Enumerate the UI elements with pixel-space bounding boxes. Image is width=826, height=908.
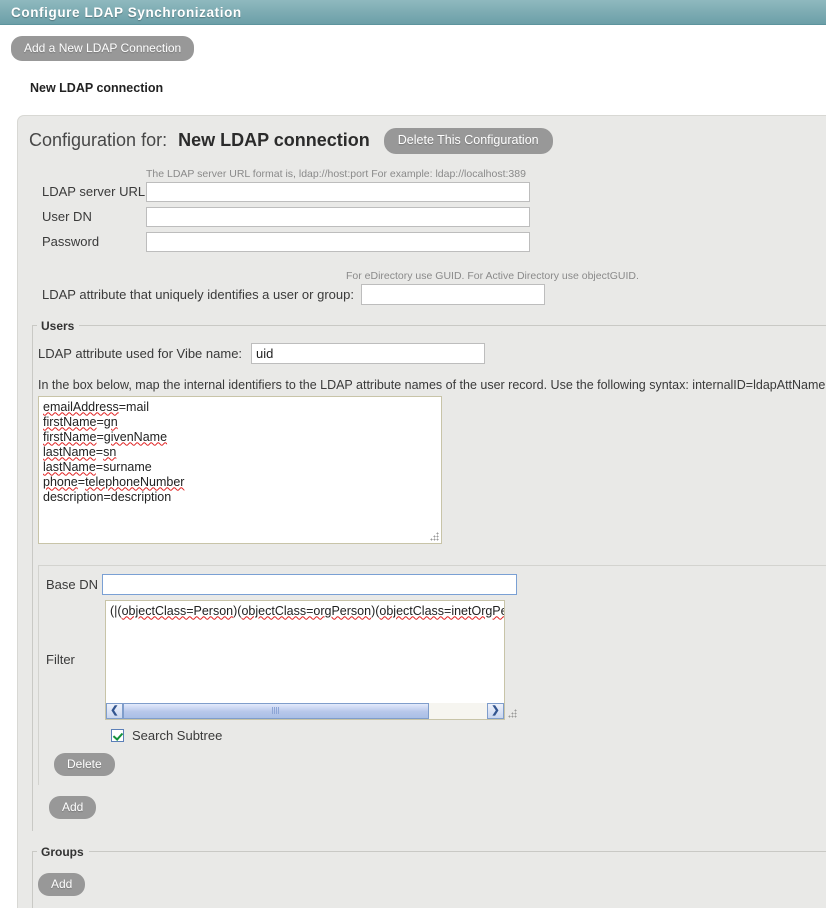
search-subtree-label: Search Subtree xyxy=(132,727,223,743)
ldap-url-hint: The LDAP server URL format is, ldap://ho… xyxy=(146,167,526,180)
guid-hint: For eDirectory use GUID. For Active Dire… xyxy=(346,269,639,282)
groups-legend: Groups xyxy=(41,844,84,859)
scroll-right-arrow-icon[interactable]: ❯ xyxy=(487,702,504,719)
field-row-user-dn: User DN xyxy=(18,206,826,227)
vibe-name-input[interactable] xyxy=(251,342,486,364)
base-dn-row: Base DN xyxy=(39,573,826,595)
ldap-server-url-input[interactable] xyxy=(146,181,530,202)
filter-textarea[interactable]: (|(objectClass=Person)(objectClass=orgPe… xyxy=(105,599,505,720)
configuration-title-name: New LDAP connection xyxy=(178,130,370,151)
ldap-server-url-label: LDAP server URL xyxy=(42,184,146,199)
scrollbar-thumb-grip-icon xyxy=(272,707,280,714)
base-dn-label: Base DN xyxy=(46,576,99,592)
unique-attribute-label: LDAP attribute that uniquely identifies … xyxy=(42,286,354,302)
unique-attribute-row: LDAP attribute that uniquely identifies … xyxy=(18,283,826,305)
add-new-ldap-connection-button[interactable]: Add a New LDAP Connection xyxy=(11,36,195,61)
scrollbar-track[interactable] xyxy=(123,702,487,719)
unique-attribute-input[interactable] xyxy=(360,283,545,305)
window-title: Configure LDAP Synchronization xyxy=(11,4,242,20)
configuration-panel: Configuration for: New LDAP connection D… xyxy=(17,115,826,908)
vibe-name-row: LDAP attribute used for Vibe name: xyxy=(33,339,826,364)
users-delete-row: Delete xyxy=(39,743,826,776)
users-delete-button[interactable]: Delete xyxy=(54,752,115,776)
filter-label: Filter xyxy=(46,652,75,667)
delete-this-configuration-button[interactable]: Delete This Configuration xyxy=(383,128,553,154)
search-subtree-row: Search Subtree xyxy=(39,728,826,743)
attribute-map-wrapper: emailAddress=mail firstName=gn firstName=g… xyxy=(38,395,442,544)
filter-horizontal-scrollbar[interactable]: ❮ ❯ xyxy=(106,702,504,719)
password-input[interactable] xyxy=(146,231,530,252)
users-legend: Users xyxy=(41,318,75,333)
connection-heading: New LDAP connection xyxy=(30,81,164,95)
field-row-ldap-server-url: LDAP server URL xyxy=(18,181,826,202)
filter-resize-grip-icon xyxy=(508,708,517,718)
search-subtree-checkbox[interactable] xyxy=(111,728,124,742)
filter-box-wrapper: (|(objectClass=Person)(objectClass=orgPe… xyxy=(105,599,517,720)
attribute-map-textarea[interactable]: emailAddress=mail firstName=gn firstName=g… xyxy=(38,395,442,544)
vibe-name-label: LDAP attribute used for Vibe name: xyxy=(38,345,243,361)
users-add-button[interactable]: Add xyxy=(49,795,97,819)
field-row-password: Password xyxy=(18,231,826,252)
user-dn-label: User DN xyxy=(42,209,92,224)
password-label: Password xyxy=(42,234,100,249)
window-titlebar: Configure LDAP Synchronization xyxy=(0,0,826,25)
groups-fieldset: Groups Add xyxy=(32,844,826,908)
users-add-row: Add xyxy=(33,785,826,819)
scroll-left-arrow-icon[interactable]: ❮ xyxy=(106,702,123,719)
scrollbar-thumb[interactable] xyxy=(123,702,429,719)
groups-add-row: Add xyxy=(33,865,826,896)
configuration-title-row: Configuration for: New LDAP connection D… xyxy=(18,128,826,154)
user-dn-input[interactable] xyxy=(146,206,530,227)
base-dn-filter-panel: Base DN Filter (|(objectClass=Person)(ob… xyxy=(38,564,826,785)
groups-add-button[interactable]: Add xyxy=(38,872,86,896)
attribute-map-instructions: In the box below, map the internal ident… xyxy=(38,377,826,392)
configuration-title-prefix: Configuration for: xyxy=(29,130,168,151)
users-fieldset: Users LDAP attribute used for Vibe name:… xyxy=(32,318,826,831)
toolbar: Add a New LDAP Connection xyxy=(0,25,826,61)
base-dn-input[interactable] xyxy=(102,573,518,595)
filter-row: Filter (|(objectClass=Person)(objectClas… xyxy=(39,599,826,720)
